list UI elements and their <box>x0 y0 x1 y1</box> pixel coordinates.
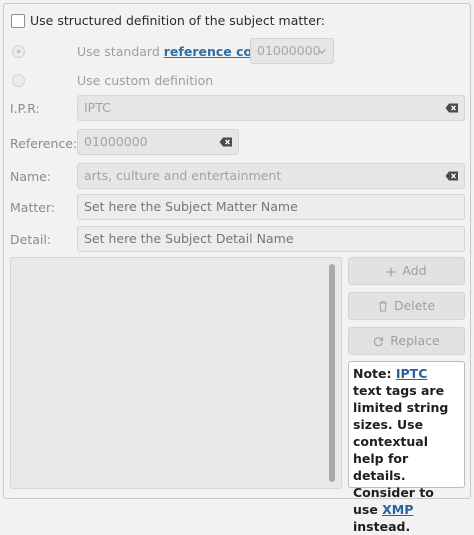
chevron-down-icon <box>317 48 327 55</box>
detail-placeholder: Set here the Subject Detail Name <box>84 231 294 246</box>
reference-field[interactable]: 01000000 <box>77 129 239 155</box>
name-value: arts, culture and entertainment <box>84 168 282 183</box>
structured-definition-label: Use structured definition of the subject… <box>30 13 326 28</box>
delete-label: Delete <box>393 298 436 313</box>
plus-icon <box>386 267 396 276</box>
refresh-icon <box>374 337 384 347</box>
add-label: Add <box>402 263 427 278</box>
detail-label: Detail: <box>10 232 52 247</box>
reference-code-combo[interactable]: 01000000 <box>250 38 334 64</box>
reference-value: 01000000 <box>84 134 148 149</box>
iptc-link[interactable]: IPTC <box>396 366 428 381</box>
reference-clear-icon[interactable] <box>219 137 233 147</box>
structured-definition-checkbox[interactable] <box>11 14 25 28</box>
ipr-label: I.P.R: <box>10 101 40 116</box>
reference-code-combo-value: 01000000 <box>257 43 321 58</box>
ipr-value: IPTC <box>84 100 111 115</box>
note-tail: instead. <box>353 519 411 534</box>
ipr-clear-icon[interactable] <box>445 103 459 113</box>
custom-definition-label: Use custom definition <box>77 73 214 88</box>
matter-input[interactable]: Set here the Subject Matter Name <box>77 194 465 220</box>
note-lead: Note: <box>353 366 396 381</box>
standard-prefix: Use standard <box>77 44 160 59</box>
xmp-link[interactable]: XMP <box>382 502 413 517</box>
detail-input[interactable]: Set here the Subject Detail Name <box>77 226 465 252</box>
reference-label: Reference: <box>10 136 78 151</box>
standard-radio[interactable] <box>12 45 25 58</box>
iptc-note: Note: IPTC text tags are limited string … <box>348 361 465 534</box>
custom-radio[interactable] <box>12 74 25 87</box>
name-field[interactable]: arts, culture and entertainment <box>77 163 465 189</box>
replace-label: Replace <box>390 333 440 348</box>
standard-row: Use standard reference code <box>77 44 270 59</box>
matter-label: Matter: <box>10 200 56 215</box>
matter-placeholder: Set here the Subject Matter Name <box>84 199 298 214</box>
ipr-field[interactable]: IPTC <box>77 95 465 121</box>
name-clear-icon[interactable] <box>445 171 459 181</box>
list-scrollbar[interactable] <box>329 264 335 482</box>
replace-button[interactable]: Replace <box>348 327 465 355</box>
add-button[interactable]: Add <box>348 257 465 285</box>
subject-list[interactable] <box>10 257 342 489</box>
trash-icon <box>378 301 387 312</box>
delete-button[interactable]: Delete <box>348 292 465 320</box>
name-label: Name: <box>10 169 52 184</box>
